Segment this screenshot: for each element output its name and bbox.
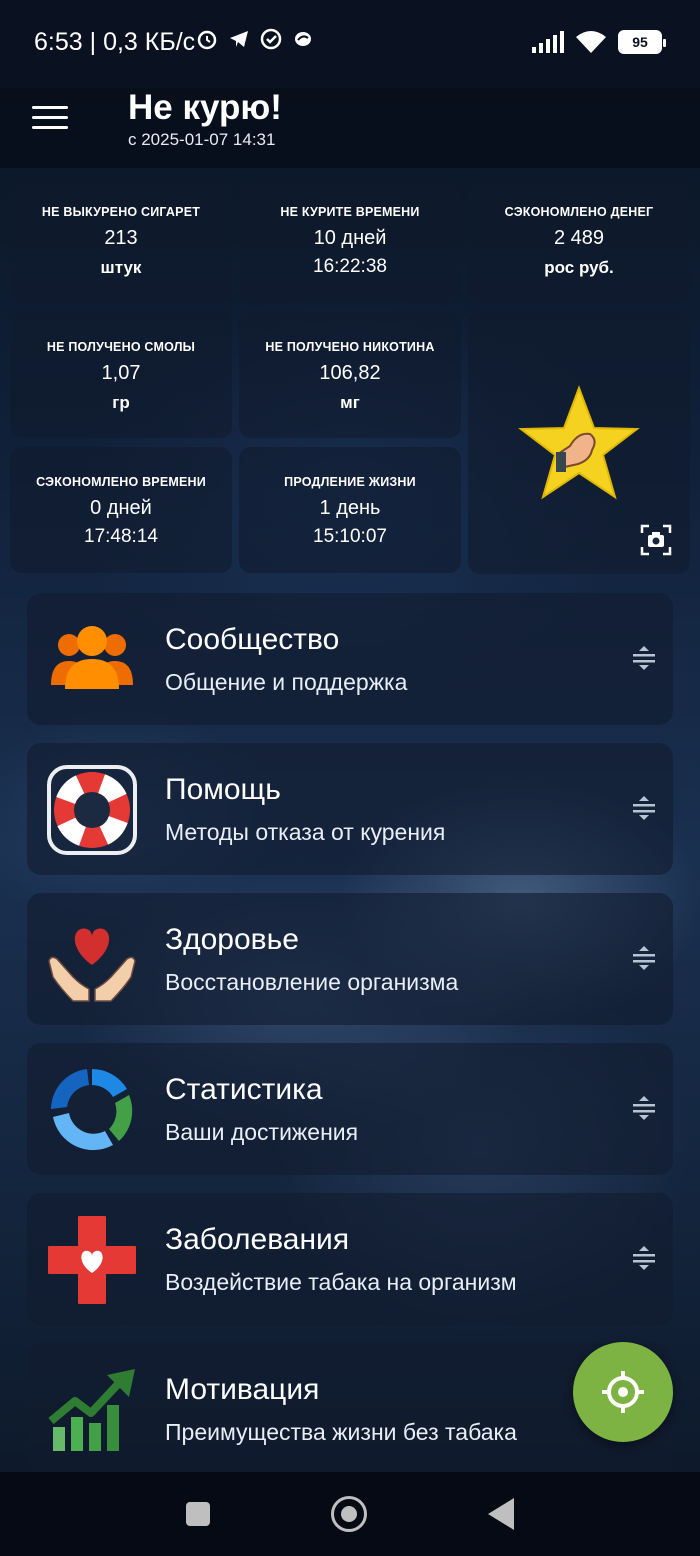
- heart-hands-icon: [48, 928, 136, 1002]
- status-bar: 6:53 | 0,3 КБ/с 95: [0, 0, 700, 88]
- stat-label: ПРОДЛЕНИЕ ЖИЗНИ: [284, 475, 416, 489]
- menu-item-help[interactable]: Помощь Методы отказа от курения: [27, 743, 673, 875]
- menu-item-diseases[interactable]: Заболевания Воздействие табака на органи…: [27, 1193, 673, 1325]
- stat-tile-time-saved[interactable]: СЭКОНОМЛЕНО ВРЕМЕНИ 0 дней 17:48:14: [10, 447, 232, 573]
- stat-unit: гр: [112, 393, 130, 412]
- menu-item-community[interactable]: Сообщество Общение и поддержка: [27, 593, 673, 725]
- stat-value: 1,07: [101, 362, 141, 384]
- stat-unit: штук: [100, 258, 142, 277]
- stat-value: 0 дней: [90, 497, 152, 519]
- stat-unit: 17:48:14: [84, 526, 158, 547]
- stat-value: 106,82: [319, 362, 381, 384]
- app-bar: Не курю! с 2025-01-07 14:31: [0, 88, 700, 168]
- stat-label: НЕ ПОЛУЧЕНО СМОЛЫ: [46, 340, 196, 354]
- menu-title: Статистика: [165, 1073, 323, 1106]
- system-nav-bar: [0, 1472, 700, 1556]
- star-strength-icon: [518, 385, 640, 500]
- screenshot-camera-icon[interactable]: [640, 524, 672, 556]
- menu-item-statistics[interactable]: Статистика Ваши достижения: [27, 1043, 673, 1175]
- battery-icon: 95: [618, 30, 666, 54]
- menu-subtitle: Ваши достижения: [165, 1119, 359, 1145]
- medical-cross-icon: [48, 1216, 136, 1304]
- recents-button[interactable]: [186, 1502, 210, 1526]
- crosshair-icon: [602, 1371, 644, 1413]
- wifi-icon: [576, 31, 606, 53]
- menu-subtitle: Общение и поддержка: [165, 669, 408, 695]
- telegram-icon: [230, 31, 248, 47]
- menu-subtitle: Преимущества жизни без табака: [165, 1419, 517, 1445]
- stat-value: 10 дней: [313, 227, 387, 249]
- stat-unit: 15:10:07: [313, 526, 387, 547]
- stat-value: 2 489: [553, 227, 605, 249]
- back-button[interactable]: [488, 1498, 514, 1530]
- stat-value: 213: [104, 227, 138, 249]
- alarm-icon: [197, 30, 217, 50]
- drag-handle-icon[interactable]: [631, 793, 657, 823]
- menu-title: Здоровье: [165, 923, 299, 956]
- stat-unit: рос руб.: [544, 258, 614, 277]
- stat-label: НЕ ПОЛУЧЕНО НИКОТИНА: [265, 340, 435, 354]
- status-time: 6:53 | 0,3 КБ/с: [34, 28, 195, 57]
- stat-tile-money-saved[interactable]: СЭКОНОМЛЕНО ДЕНЕГ 2 489 рос руб.: [468, 177, 690, 303]
- app-title: Не курю!: [128, 88, 282, 127]
- check-circle-icon: [260, 28, 282, 50]
- stat-unit: мг: [340, 393, 360, 412]
- menu-title: Мотивация: [165, 1373, 320, 1406]
- growth-chart-icon: [48, 1369, 135, 1451]
- stat-tile-nicotine[interactable]: НЕ ПОЛУЧЕНО НИКОТИНА 106,82 мг: [239, 312, 461, 438]
- stat-label: СЭКОНОМЛЕНО ДЕНЕГ: [504, 205, 654, 219]
- stat-label: НЕ ВЫКУРЕНО СИГАРЕТ: [41, 205, 201, 219]
- menu-hamburger-icon[interactable]: [32, 106, 68, 134]
- drag-handle-icon[interactable]: [631, 943, 657, 973]
- stat-tile-cigarettes[interactable]: НЕ ВЫКУРЕНО СИГАРЕТ 213 штук: [10, 177, 232, 303]
- stat-value: 1 день: [319, 497, 381, 519]
- stat-unit: 16:22:38: [313, 256, 387, 277]
- notification-icons: [196, 28, 314, 50]
- stat-tile-tar[interactable]: НЕ ПОЛУЧЕНО СМОЛЫ 1,07 гр: [10, 312, 232, 438]
- battery-level: 95: [632, 34, 648, 50]
- stat-tile-life-extension[interactable]: ПРОДЛЕНИЕ ЖИЗНИ 1 день 15:10:07: [239, 447, 461, 573]
- menu-title: Заболевания: [165, 1223, 350, 1256]
- stat-tile-time-not-smoking[interactable]: НЕ КУРИТЕ ВРЕМЕНИ 10 дней 16:22:38: [239, 177, 461, 303]
- target-fab-button[interactable]: [573, 1342, 673, 1442]
- menu-subtitle: Методы отказа от курения: [165, 819, 446, 845]
- menu-title: Сообщество: [165, 623, 340, 656]
- stat-label: НЕ КУРИТЕ ВРЕМЕНИ: [280, 205, 420, 219]
- signal-icon: [532, 31, 564, 53]
- app-notification-icon: [295, 32, 311, 46]
- status-right-icons: 95: [532, 30, 666, 54]
- drag-handle-icon[interactable]: [631, 1093, 657, 1123]
- menu-subtitle: Восстановление организма: [165, 969, 459, 995]
- drag-handle-icon[interactable]: [631, 1243, 657, 1273]
- menu-title: Помощь: [165, 773, 281, 806]
- time-text: 6:53: [34, 28, 83, 56]
- lifebuoy-icon: [47, 765, 137, 855]
- achievement-tile[interactable]: [468, 312, 690, 574]
- menu-subtitle: Воздействие табака на организм: [165, 1269, 517, 1295]
- network-speed: | 0,3 КБ/с: [89, 28, 196, 56]
- drag-handle-icon[interactable]: [631, 643, 657, 673]
- stat-label: СЭКОНОМЛЕНО ВРЕМЕНИ: [36, 475, 206, 489]
- community-icon: [51, 626, 133, 689]
- home-button[interactable]: [331, 1496, 367, 1532]
- menu-item-health[interactable]: Здоровье Восстановление организма: [27, 893, 673, 1025]
- statistics-ring-icon: [51, 1069, 133, 1151]
- quit-date: с 2025-01-07 14:31: [128, 130, 276, 149]
